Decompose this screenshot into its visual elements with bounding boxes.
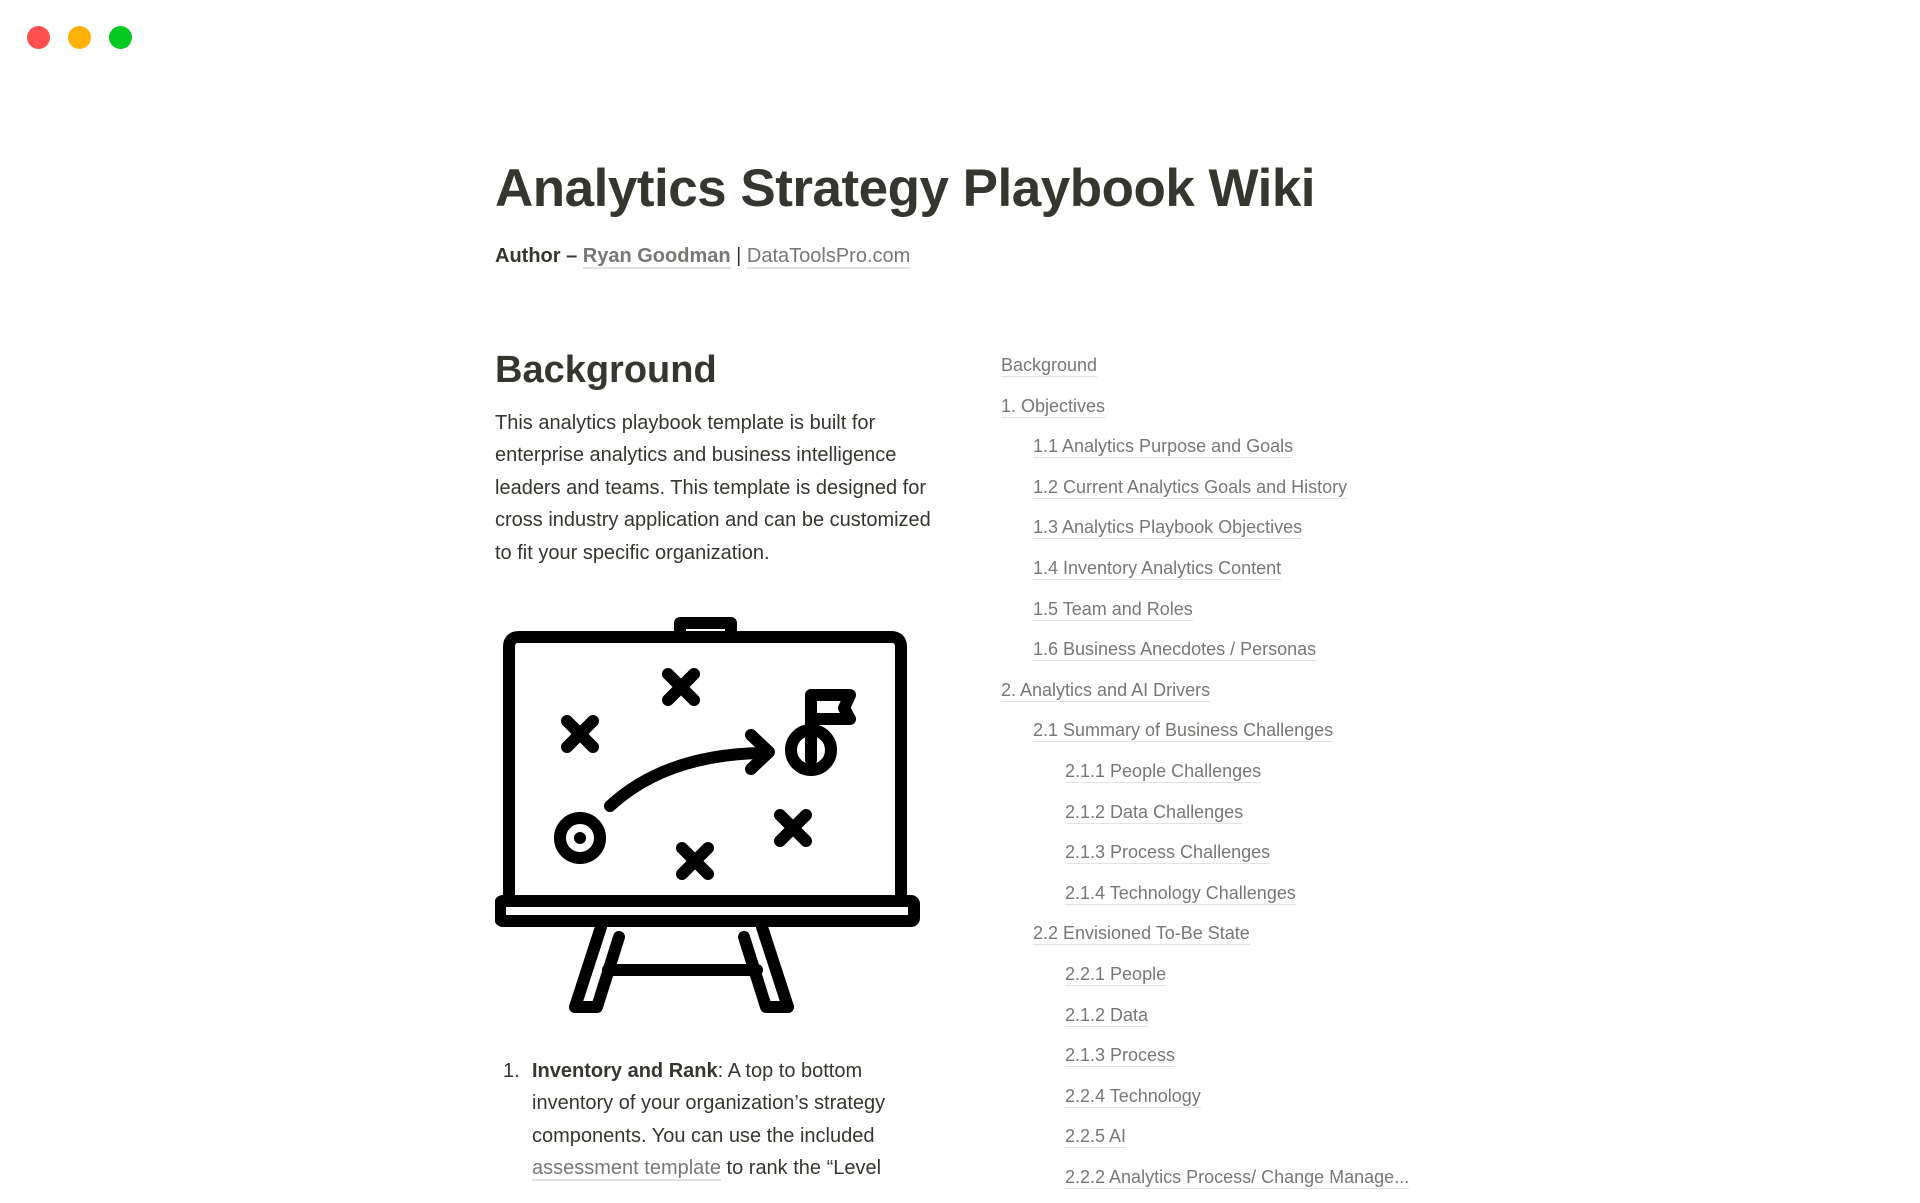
toc-link[interactable]: 1.2 Current Analytics Goals and History — [1033, 476, 1348, 499]
toc-item: 2.1.4 Technology Challenges — [1001, 879, 1461, 920]
start-circle-center-shape — [574, 832, 586, 844]
window-controls — [27, 26, 132, 49]
toc-item: 1.2 Current Analytics Goals and History — [1001, 473, 1461, 514]
toc-item: 1.1 Analytics Purpose and Goals — [1001, 432, 1461, 473]
x-mark-right-shape — [774, 809, 812, 847]
toc-link[interactable]: 1.4 Inventory Analytics Content — [1033, 557, 1282, 580]
author-separator: | — [736, 245, 742, 267]
site-link[interactable]: DataToolsPro.com — [746, 245, 911, 269]
toc-item: 1.6 Business Anecdotes / Personas — [1001, 635, 1461, 676]
toc-item: 2.1.3 Process — [1001, 1041, 1461, 1082]
list-item-bold: Inventory and Rank — [532, 1060, 718, 1082]
toc-item: 2.1.2 Data — [1001, 1001, 1461, 1042]
background-heading: Background — [495, 349, 717, 391]
toc-link[interactable]: 2.2.1 People — [1065, 963, 1167, 986]
numbered-list: 1. Inventory and Rank: A top to bottom in… — [495, 1055, 940, 1185]
toc-link[interactable]: 1.3 Analytics Playbook Objectives — [1033, 517, 1303, 540]
toc-link[interactable]: 2.1.2 Data — [1065, 1004, 1149, 1027]
x-mark-left-shape — [561, 715, 599, 753]
toc-link[interactable]: 2.2 Envisioned To-Be State — [1033, 923, 1250, 946]
x-mark-bottom-shape — [676, 842, 714, 880]
toc-link[interactable]: 2.1 Summary of Business Challenges — [1033, 720, 1334, 743]
toc-link[interactable]: 2.1.2 Data Challenges — [1065, 801, 1244, 824]
list-item-text-after: to rank the “Level — [720, 1157, 882, 1180]
toc-link[interactable]: 2.2.4 Technology — [1065, 1085, 1201, 1108]
toc-item: 1. Objectives — [1001, 392, 1461, 433]
toc-item: 2.2.1 People — [1001, 960, 1461, 1001]
toc-link[interactable]: 2.1.4 Technology Challenges — [1065, 882, 1296, 905]
toc-link[interactable]: Background — [1001, 355, 1098, 377]
author-name-link[interactable]: Ryan Goodman — [582, 245, 731, 269]
x-mark-top-shape — [662, 668, 700, 706]
toc-link[interactable]: 1.6 Business Anecdotes / Personas — [1033, 639, 1317, 662]
toc-item: 2.2.5 AI — [1001, 1122, 1461, 1163]
toc-item: 2. Analytics and AI Drivers — [1001, 676, 1461, 717]
toc-item: 2.1.1 People Challenges — [1001, 757, 1461, 798]
assessment-template-link[interactable]: assessment template — [532, 1157, 721, 1182]
toc-link[interactable]: 2.1.1 People Challenges — [1065, 760, 1262, 783]
toc-link[interactable]: 2.2.2 Analytics Process/ Change Manage..… — [1065, 1166, 1410, 1189]
toc-link[interactable]: 2.1.3 Process — [1065, 1045, 1176, 1068]
toc-link[interactable]: 1. Objectives — [1001, 395, 1106, 418]
list-number: 1. — [503, 1060, 520, 1082]
minimize-window-button[interactable] — [68, 26, 91, 49]
strategy-playbook-easel-icon — [495, 617, 920, 1013]
toc-link[interactable]: 2.2.5 AI — [1065, 1126, 1127, 1149]
toc-item: 2.1 Summary of Business Challenges — [1001, 716, 1461, 757]
toc-item: 2.1.3 Process Challenges — [1001, 838, 1461, 879]
background-section: Background This analytics playbook templ… — [495, 345, 940, 1182]
play-arrow-path-shape — [604, 747, 767, 812]
author-label: Author – — [495, 245, 578, 267]
toc-item: 1.5 Team and Roles — [1001, 595, 1461, 636]
author-line: Author – Ryan Goodman | DataToolsPro.com — [495, 245, 911, 269]
toc-link[interactable]: 2. Analytics and AI Drivers — [1001, 679, 1211, 702]
toc-item: 1.3 Analytics Playbook Objectives — [1001, 513, 1461, 554]
toc-link[interactable]: 1.1 Analytics Purpose and Goals — [1033, 436, 1294, 459]
close-window-button[interactable] — [27, 26, 50, 49]
toc-item: 2.2 Envisioned To-Be State — [1001, 919, 1461, 960]
toc-item: Background — [1001, 351, 1461, 392]
toc-link[interactable]: 1.5 Team and Roles — [1033, 598, 1193, 621]
toc-link[interactable]: 2.1.3 Process Challenges — [1065, 842, 1271, 865]
page-title: Analytics Strategy Playbook Wiki — [495, 159, 1316, 218]
maximize-window-button[interactable] — [109, 26, 132, 49]
toc-item: 1.4 Inventory Analytics Content — [1001, 554, 1461, 595]
toc-item: 2.2.4 Technology — [1001, 1082, 1461, 1123]
toc-item: 2.1.2 Data Challenges — [1001, 798, 1461, 839]
board-tray-shape — [495, 895, 920, 927]
background-paragraph: This analytics playbook template is buil… — [495, 412, 931, 564]
list-item: 1. Inventory and Rank: A top to bottom in… — [495, 1055, 940, 1185]
table-of-contents: Background 1. Objectives 1.1 Analytics Pur… — [1001, 351, 1461, 1203]
toc-item: 2.2.2 Analytics Process/ Change Manage..… — [1001, 1163, 1461, 1203]
